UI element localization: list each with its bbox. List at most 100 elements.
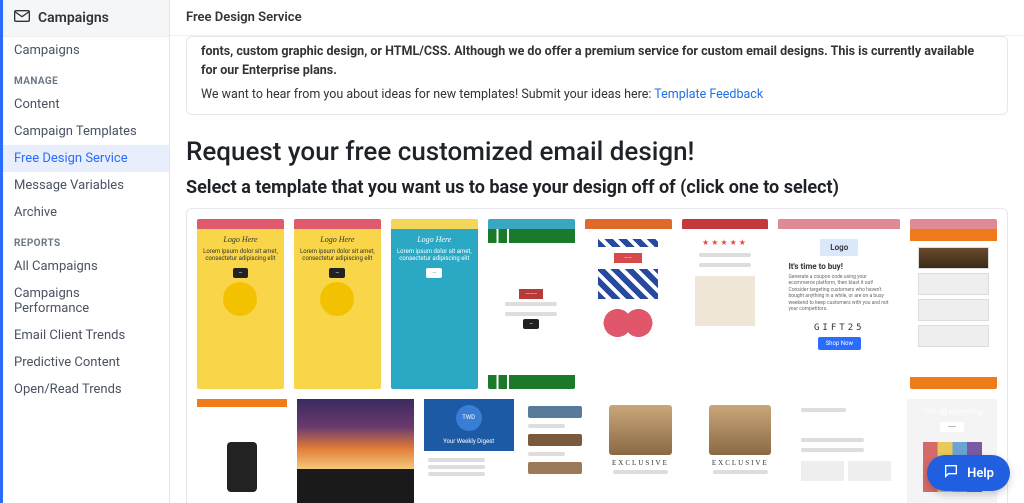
notice-box: fonts, custom graphic design, or HTML/CS… (186, 36, 1008, 115)
tpl-weekly-digest[interactable]: TWD Your Weekly Digest (424, 399, 514, 503)
tpl-stars[interactable]: ★★★★★ (682, 219, 769, 389)
tpl-logo-text: Logo Here (320, 235, 354, 244)
tpl-body (424, 451, 514, 503)
model-image (609, 405, 671, 455)
tpl-news-list[interactable] (524, 399, 586, 503)
tpl-desc: Generate a coupon code using your ecomme… (788, 274, 890, 313)
sidebar-item-message-variables[interactable]: Message Variables (0, 172, 169, 199)
divider (613, 470, 668, 474)
template-feedback-link[interactable]: Template Feedback (654, 87, 763, 102)
tpl-exclusive-2[interactable]: EXCLUSIVE (695, 399, 785, 503)
thumb (848, 461, 891, 481)
help-label: Help (967, 466, 994, 481)
sunset-image (297, 399, 414, 469)
tpl-badge: —— (614, 253, 642, 263)
tpl-sidebar-thumbs[interactable] (910, 219, 997, 389)
help-button[interactable]: Help (927, 455, 1010, 491)
product-placeholder (695, 276, 755, 326)
tpl-beach[interactable]: —— (585, 219, 672, 389)
tpl-phone-hand[interactable] (197, 399, 287, 503)
tpl-body: Logo It's time to buy! Generate a coupon… (778, 229, 900, 389)
tpl-discount: 70% off everything (922, 407, 983, 416)
tpl-top-bar (391, 219, 478, 229)
divider (505, 312, 557, 316)
sidebar: Campaigns Campaigns MANAGE Content Campa… (0, 0, 170, 503)
sidebar-item-content[interactable]: Content (0, 91, 169, 118)
sidebar-header[interactable]: Campaigns (0, 0, 169, 37)
tpl-body: ——— — (488, 243, 575, 375)
sidebar-item-predictive-content[interactable]: Predictive Content (0, 349, 169, 376)
sidebar-accent (0, 0, 3, 503)
tpl-banner (910, 229, 997, 241)
tpl-top-bar (488, 219, 575, 229)
tpl-minimal[interactable] (795, 399, 897, 503)
tpl-body: EXCLUSIVE (596, 399, 686, 503)
flipflops-icon (602, 303, 654, 343)
tpl-top-bar (197, 219, 284, 229)
tpl-logo-text: Logo Here (417, 235, 451, 244)
tpl-logo-badge: Logo (820, 239, 858, 256)
sidebar-item-free-design-service[interactable]: Free Design Service (0, 145, 169, 172)
tpl-yellow-phone-2[interactable]: Logo Here Lorem ipsum dolor sit amet, co… (294, 219, 381, 389)
divider (528, 452, 566, 456)
tpl-title: Your Weekly Digest (443, 438, 494, 445)
tpl-headline: EXCLUSIVE (712, 459, 769, 467)
page-subtitle: Select a template that you want us to ba… (186, 177, 1008, 198)
sidebar-item-campaigns-performance[interactable]: Campaigns Performance (0, 280, 169, 322)
tpl-lorem: Lorem ipsum dolor sit amet, consectetur … (300, 248, 375, 262)
divider (801, 448, 864, 452)
tpl-body: ★★★★★ (682, 229, 769, 389)
tpl-cta: — (329, 268, 345, 278)
sidebar-section-reports: REPORTS (0, 226, 169, 253)
divider (428, 472, 485, 476)
tpl-shop-button: Shop Now (818, 337, 861, 350)
divider (801, 438, 864, 442)
divider (699, 263, 751, 267)
tpl-yellow-phone-1[interactable]: Logo Here Lorem ipsum dolor sit amet, co… (197, 219, 284, 389)
stripes-icon (598, 239, 658, 247)
tpl-cta: — (233, 268, 249, 278)
tpl-top-bar (910, 219, 997, 229)
sidebar-item-open-read-trends[interactable]: Open/Read Trends (0, 376, 169, 403)
notice-sub-text: We want to hear from you about ideas for… (201, 87, 654, 102)
tpl-teal[interactable]: Logo Here Lorem ipsum dolor sit amet, co… (391, 219, 478, 389)
sidebar-item-email-client-trends[interactable]: Email Client Trends (0, 322, 169, 349)
envelope-icon (14, 10, 30, 26)
chat-icon (943, 463, 959, 483)
garland-icon (488, 375, 575, 389)
tpl-top-bar (682, 219, 769, 229)
sidebar-section-manage: MANAGE (0, 64, 169, 91)
tpl-sunset[interactable] (297, 399, 414, 503)
sidebar-item-campaigns[interactable]: Campaigns (0, 37, 169, 64)
divider (428, 458, 485, 462)
tpl-footer (297, 469, 414, 503)
thumb-placeholder (918, 299, 989, 321)
tpl-header: TWD Your Weekly Digest (424, 399, 514, 451)
thumb-placeholder (918, 247, 989, 269)
main: Free Design Service fonts, custom graphi… (170, 0, 1024, 503)
tpl-holiday[interactable]: ——— — (488, 219, 575, 389)
tpl-cta: — (523, 319, 539, 329)
logo-circle-icon: TWD (456, 405, 482, 431)
thumb (528, 406, 582, 418)
tpl-top-bar (585, 219, 672, 229)
divider (428, 465, 485, 469)
tpl-top-bar (197, 399, 287, 407)
thumb (801, 461, 844, 481)
tpl-body (910, 241, 997, 377)
sidebar-item-archive[interactable]: Archive (0, 199, 169, 226)
tpl-headline: EXCLUSIVE (612, 459, 669, 467)
tpl-gift-code[interactable]: Logo It's time to buy! Generate a coupon… (778, 219, 900, 389)
tpl-headline: It's time to buy! (788, 262, 842, 271)
sidebar-item-campaign-templates[interactable]: Campaign Templates (0, 118, 169, 145)
page-title: Request your free customized email desig… (186, 137, 1008, 167)
divider (801, 408, 846, 412)
page-breadcrumb: Free Design Service (186, 10, 302, 25)
tpl-body: Logo Here Lorem ipsum dolor sit amet, co… (294, 229, 381, 389)
topbar: Free Design Service (170, 0, 1024, 36)
sidebar-item-all-campaigns[interactable]: All Campaigns (0, 253, 169, 280)
tpl-exclusive-1[interactable]: EXCLUSIVE (596, 399, 686, 503)
tpl-cta: —— (940, 422, 964, 432)
content-scroll[interactable]: fonts, custom graphic design, or HTML/CS… (170, 36, 1024, 503)
tpl-logo-text: Logo Here (223, 235, 257, 244)
